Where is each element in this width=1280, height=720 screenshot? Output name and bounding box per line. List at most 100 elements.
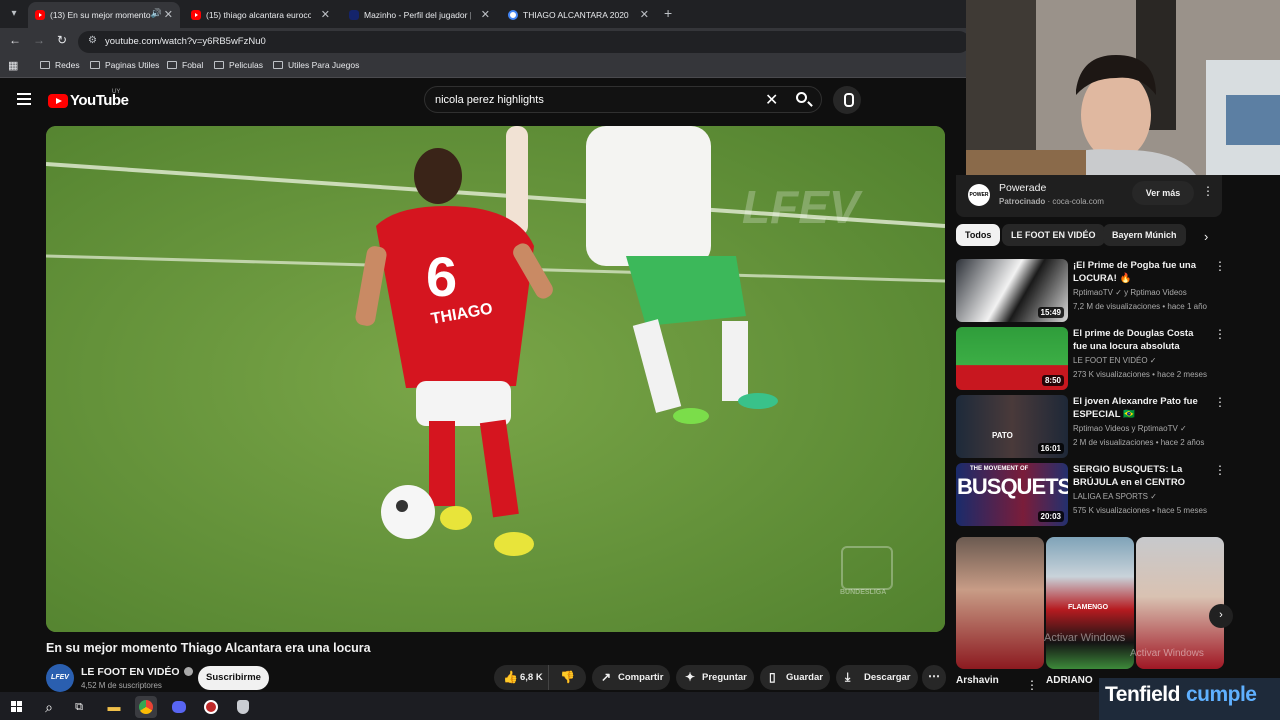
- like-button[interactable]: 👍 6,8 K: [494, 665, 548, 690]
- recommended-video[interactable]: PATO 16:01 El joven Alexandre Pato fue E…: [956, 395, 1226, 459]
- recommended-video[interactable]: 8:50 El prime de Douglas Costa fue una l…: [956, 327, 1226, 391]
- app-taskbar-icon[interactable]: [232, 696, 254, 718]
- search-button[interactable]: [793, 91, 815, 109]
- tab-close-icon[interactable]: ✕: [164, 8, 173, 21]
- video-thumbnail[interactable]: PATO 16:01: [956, 395, 1068, 458]
- video-player[interactable]: 6 THIAGO LFEV BUNDESLIGA: [46, 126, 945, 632]
- video-thumbnail[interactable]: 8:50: [956, 327, 1068, 390]
- menu-icon[interactable]: [17, 93, 31, 105]
- chip-channel[interactable]: LE FOOT EN VIDÉO: [1002, 224, 1105, 246]
- tab-search-icon[interactable]: ▾: [5, 5, 23, 23]
- tab[interactable]: THIAGO ALCANTARA 2020 - Bu ✕: [501, 2, 656, 28]
- short-thumbnail[interactable]: FLAMENGO: [1046, 537, 1134, 669]
- shorts-next-chevron-icon[interactable]: ›: [1209, 604, 1233, 628]
- activate-windows-watermark: Activar Windows: [1044, 632, 1126, 644]
- channel-avatar[interactable]: LFEV: [46, 664, 74, 692]
- share-button[interactable]: ↗ Compartir: [592, 665, 670, 690]
- bookmark-folder[interactable]: Fobal: [167, 60, 203, 70]
- bookmark-folder[interactable]: Utiles Para Juegos: [273, 60, 359, 70]
- lfev-watermark: LFEV: [742, 181, 863, 233]
- shield-icon: [237, 700, 249, 714]
- more-actions-button[interactable]: ⋯: [922, 665, 946, 690]
- tab-close-icon[interactable]: ✕: [640, 8, 649, 21]
- duration-badge: 16:01: [1037, 443, 1064, 454]
- short-thumbnail[interactable]: [956, 537, 1044, 669]
- more-vert-icon[interactable]: ⋮: [1214, 395, 1226, 409]
- thumbs-down-icon: 👎: [560, 670, 575, 684]
- share-icon: ↗: [601, 670, 612, 684]
- stream-banner: Tenfield cumple: [1099, 678, 1280, 720]
- chrome-taskbar-icon[interactable]: [135, 696, 157, 718]
- file-explorer-icon[interactable]: ▬: [103, 696, 125, 718]
- tab[interactable]: (15) thiago alcantara eurocopa ✕: [184, 2, 337, 28]
- bookmark-folder[interactable]: Paginas Utiles: [90, 60, 159, 70]
- more-vert-icon[interactable]: ⋮: [1202, 184, 1214, 198]
- new-tab-icon[interactable]: +: [664, 5, 672, 21]
- bookmark-folder[interactable]: Peliculas: [214, 60, 263, 70]
- forward-arrow-icon[interactable]: →: [33, 33, 45, 47]
- address-bar[interactable]: ⚙ youtube.com/watch?v=y6RB5wFzNu0: [78, 31, 970, 53]
- recommended-video[interactable]: THE MOVEMENT OF BUSQUETS 20:03 SERGIO BU…: [956, 463, 1226, 527]
- busquets-thumb-title: BUSQUETS: [957, 474, 1068, 499]
- apps-grid-icon[interactable]: ▦: [8, 59, 18, 72]
- windows-start-icon[interactable]: [11, 701, 22, 712]
- ask-label: Preguntar: [702, 672, 747, 683]
- video-thumbnail[interactable]: THE MOVEMENT OF BUSQUETS 20:03: [956, 463, 1068, 526]
- tab-close-icon[interactable]: ✕: [481, 8, 490, 21]
- save-button[interactable]: ▯ Guardar: [760, 665, 830, 690]
- back-arrow-icon[interactable]: ←: [9, 33, 21, 47]
- chevron-right-icon[interactable]: ›: [1204, 229, 1208, 244]
- short-title: Arshavin: [956, 675, 999, 686]
- download-button[interactable]: ⤓ Descargar: [836, 665, 918, 690]
- more-vert-icon[interactable]: ⋮: [1214, 463, 1226, 477]
- like-count: 6,8 K: [520, 672, 543, 683]
- chip-bayern[interactable]: Bayern Múnich: [1103, 224, 1186, 246]
- discord-taskbar-icon[interactable]: [168, 696, 190, 718]
- recommended-channel: LALIGA EA SPORTS ✓: [1073, 492, 1157, 501]
- reload-icon[interactable]: ↻: [57, 33, 67, 47]
- save-label: Guardar: [786, 672, 823, 683]
- chrome-logo-icon: [139, 700, 153, 714]
- clear-icon[interactable]: ✕: [765, 90, 778, 110]
- tab-title: THIAGO ALCANTARA 2020 - Bu: [523, 10, 630, 20]
- football: [381, 485, 435, 539]
- short-jersey-text: FLAMENGO: [1068, 604, 1109, 611]
- recommended-video[interactable]: 15:49 ¡El Prime de Pogba fue una LOCURA!…: [956, 259, 1226, 323]
- obs-logo-icon: [204, 700, 218, 714]
- more-vert-icon[interactable]: ⋮: [1026, 678, 1038, 692]
- subscribe-button[interactable]: Suscribirme: [198, 666, 269, 690]
- more-vert-icon[interactable]: ⋮: [1214, 259, 1226, 273]
- search-input[interactable]: nicola perez highlights ✕: [424, 86, 822, 113]
- sponsored-ad[interactable]: POWER Powerade Patrocinado · coca-cola.c…: [956, 175, 1222, 217]
- dislike-button[interactable]: 👎: [548, 665, 586, 690]
- voice-search-icon[interactable]: [833, 86, 861, 114]
- tab-close-icon[interactable]: ✕: [321, 8, 330, 21]
- search-icon[interactable]: ⌕: [38, 696, 60, 718]
- video-frame: 6 THIAGO LFEV BUNDESLIGA: [46, 126, 945, 632]
- recommended-channel: Rptimao Videos y RptimaoTV ✓: [1073, 424, 1187, 433]
- audio-playing-icon[interactable]: 🔊: [151, 8, 162, 19]
- obs-taskbar-icon[interactable]: [200, 696, 222, 718]
- download-label: Descargar: [864, 672, 911, 683]
- search-icon: [796, 92, 807, 103]
- sparkle-icon: ✦: [685, 670, 696, 684]
- more-vert-icon[interactable]: ⋮: [1214, 327, 1226, 341]
- sponsored-label: Patrocinado: [999, 197, 1046, 206]
- bookmark-folder[interactable]: Redes: [40, 60, 80, 70]
- google-favicon-icon: [508, 10, 518, 20]
- bookmark-label: Redes: [55, 60, 80, 70]
- jersey-number: 6: [426, 245, 457, 308]
- task-view-icon[interactable]: ⧉: [68, 696, 90, 718]
- video-thumbnail[interactable]: 15:49: [956, 259, 1068, 322]
- tab-active[interactable]: (13) En su mejor momento 🔊 ✕: [28, 2, 180, 28]
- tab[interactable]: Mazinho - Perfil del jugador | Tr ✕: [342, 2, 497, 28]
- duration-badge: 20:03: [1037, 511, 1064, 522]
- channel-name-link[interactable]: LE FOOT EN VIDÉO: [81, 666, 193, 678]
- video-title: En su mejor momento Thiago Alcantara era…: [46, 641, 371, 655]
- ask-button[interactable]: ✦ Preguntar: [676, 665, 754, 690]
- recommended-channel: RptimaoTV ✓ y Rptimao Videos: [1073, 288, 1187, 297]
- duration-badge: 8:50: [1041, 375, 1064, 386]
- chip-all[interactable]: Todos: [956, 224, 1001, 246]
- ad-cta-button[interactable]: Ver más: [1132, 181, 1194, 205]
- site-info-icon[interactable]: ⚙: [88, 35, 97, 46]
